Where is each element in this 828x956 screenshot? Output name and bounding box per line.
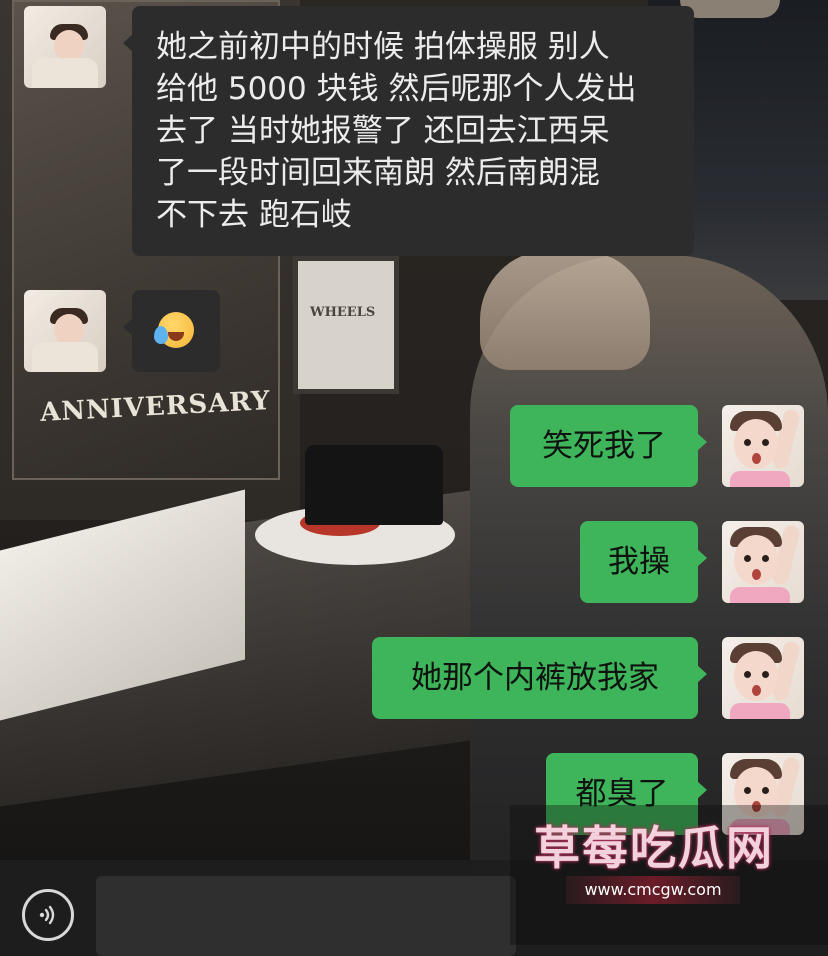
contact-avatar[interactable] [24, 6, 106, 88]
my-avatar[interactable] [722, 637, 804, 719]
incoming-message[interactable]: 她之前初中的时候 拍体操服 别人 给他 5000 块钱 然后呢那个人发出 去了 … [123, 6, 694, 256]
contact-avatar[interactable] [24, 290, 106, 372]
watermark-url: www.cmcgw.com [566, 876, 740, 904]
outgoing-message[interactable]: 笑死我了 [510, 405, 707, 487]
my-avatar[interactable] [722, 405, 804, 487]
watermark-title: 草莓吃瓜网 [534, 821, 774, 875]
my-avatar[interactable] [722, 521, 804, 603]
loudly-crying-face-icon [154, 312, 194, 348]
voice-icon [39, 905, 55, 925]
outgoing-message[interactable]: 她那个内裤放我家 [372, 637, 707, 719]
voice-input-button[interactable] [22, 889, 74, 941]
message-input[interactable] [96, 876, 516, 956]
outgoing-message[interactable]: 我操 [580, 521, 707, 603]
